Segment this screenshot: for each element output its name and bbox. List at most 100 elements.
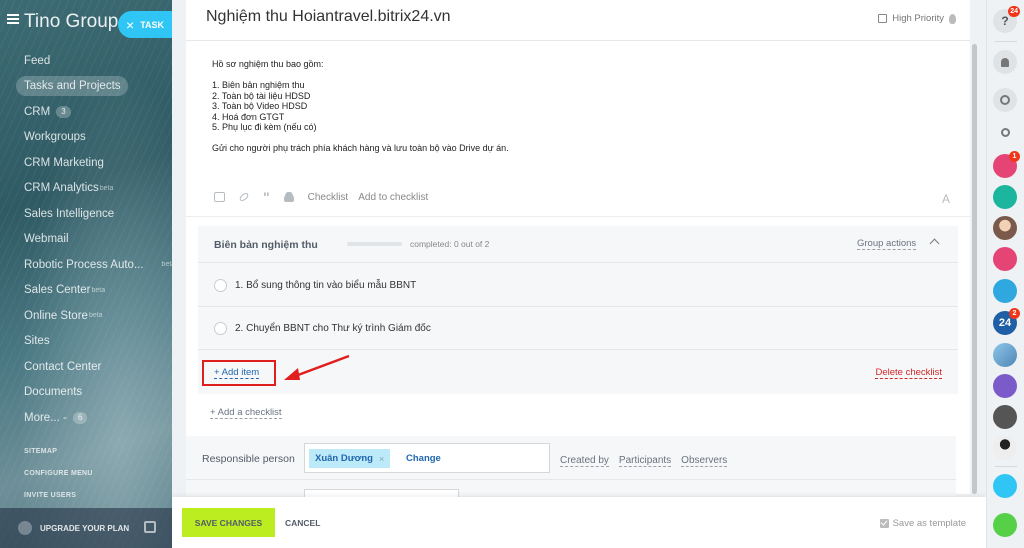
sidebar-item-crm-marketing[interactable]: CRM Marketing (0, 150, 172, 176)
upgrade-label: UPGRADE YOUR PLAN (40, 523, 130, 533)
sidebar-item-online-store[interactable]: Online Store beta (0, 303, 172, 329)
checklist-completed-text: completed: 0 out of 2 (410, 239, 490, 249)
sidebar-item-webmail[interactable]: Webmail (0, 227, 172, 253)
add-checklist-button[interactable]: + Add a checklist (210, 407, 282, 419)
checklist-item[interactable]: 1. Bổ sung thông tin vào biểu mẫu BBNT (198, 264, 958, 307)
bell-icon[interactable] (993, 50, 1017, 74)
bitrix24-icon[interactable]: 24 2 (993, 308, 1020, 335)
avatar[interactable] (993, 185, 1017, 209)
remove-icon[interactable]: × (379, 454, 384, 464)
footer-bar: SAVE CHANGES CANCEL Save as template (172, 497, 986, 548)
add-checklist-label: + Add a checklist (210, 407, 282, 419)
sitemap-link[interactable]: SITEMAP (0, 441, 172, 463)
hamburger-menu-icon[interactable] (7, 14, 19, 24)
checklist-item-checkbox[interactable] (214, 322, 227, 335)
save-as-template-label: Save as template (892, 518, 966, 529)
task-description: Hồ sơ nghiệm thu bao gồm: 1. Biên bản ng… (212, 59, 509, 154)
checklist-toolbar-button[interactable]: Checklist (308, 192, 349, 203)
invite-users-link[interactable]: INVITE USERS (0, 485, 172, 507)
responsible-field[interactable]: Xuân Dương × Change (304, 443, 550, 473)
sidebar-item-label: CRM (24, 105, 51, 118)
avatar[interactable]: 1 (993, 151, 1020, 178)
sidebar-item-label: Contact Center (24, 360, 102, 373)
description-line: 1. Biên bản nghiệm thu (212, 80, 305, 90)
save-as-template-toggle[interactable]: Save as template (879, 518, 966, 529)
open-lines-icon[interactable] (993, 474, 1017, 498)
checklist-item-label[interactable]: 1. Bổ sung thông tin vào biểu mẫu BBNT (235, 280, 416, 291)
avatar[interactable] (993, 405, 1017, 429)
sidebar-item-label: CRM Analytics (24, 182, 99, 195)
delete-checklist-link[interactable]: Delete checklist (875, 367, 942, 379)
save-as-template-checkbox[interactable] (879, 519, 889, 528)
printer-icon[interactable] (144, 521, 156, 533)
high-priority-toggle[interactable]: High Priority (878, 13, 956, 24)
company-name[interactable]: Tino Group (24, 11, 118, 33)
participants-link[interactable]: Participants (618, 455, 672, 467)
created-by-link[interactable]: Created by (560, 455, 609, 467)
count-badge: 3 (56, 105, 71, 118)
observers-link[interactable]: Observers (681, 455, 728, 467)
sidebar-item-crm[interactable]: CRM 3 (0, 99, 172, 125)
avatar[interactable] (993, 247, 1017, 271)
sidebar-item-workgroups[interactable]: Workgroups (0, 125, 172, 151)
sidebar-item-feed[interactable]: Feed (0, 48, 172, 74)
avatar[interactable] (993, 279, 1017, 303)
checklist-header: Biên bản nghiệm thu completed: 0 out of … (198, 226, 958, 263)
sidebar-item-sales-center[interactable]: Sales Center beta (0, 278, 172, 304)
description-line: 5. Phụ lục đi kèm (nếu có) (212, 122, 317, 132)
sidebar-item-more[interactable]: More... - 6 (0, 405, 172, 431)
configure-menu-link[interactable]: CONFIGURE MENU (0, 463, 172, 485)
sidebar-item-contact-center[interactable]: Contact Center (0, 354, 172, 380)
checklist-item[interactable]: 2. Chuyển BBNT cho Thư ký trình Giám đốc (198, 307, 958, 350)
sidebar-item-crm-analytics[interactable]: CRM Analytics beta (0, 176, 172, 202)
sidebar-item-rpa[interactable]: Robotic Process Auto... beta (0, 252, 172, 278)
description-line: 2. Toàn bộ tài liệu HDSD (212, 90, 311, 101)
search-icon[interactable] (993, 120, 1017, 144)
avatar[interactable] (993, 436, 1017, 460)
checklist-title[interactable]: Biên bản nghiệm thu (214, 239, 318, 251)
chat-icon[interactable] (993, 88, 1017, 112)
mention-icon[interactable] (283, 192, 294, 202)
close-icon: × (126, 16, 135, 33)
avatar[interactable] (993, 343, 1017, 367)
avatar[interactable] (993, 216, 1017, 240)
link-icon[interactable] (238, 191, 250, 203)
notification-badge: 1 (1009, 151, 1020, 162)
crown-icon (18, 521, 32, 535)
text-format-icon[interactable]: A (942, 192, 950, 206)
avatar[interactable] (993, 374, 1017, 398)
right-sidebar: ? 24 1 24 2 (986, 0, 1024, 548)
upgrade-plan-button[interactable]: UPGRADE YOUR PLAN (0, 508, 172, 548)
sidebar-item-label: CRM Marketing (24, 156, 104, 169)
sidebar-item-documents[interactable]: Documents (0, 380, 172, 406)
checklist-item-checkbox[interactable] (214, 279, 227, 292)
help-icon[interactable]: ? 24 (993, 6, 1020, 33)
high-priority-checkbox[interactable] (878, 14, 888, 23)
notification-badge: 2 (1009, 308, 1020, 319)
divider (186, 40, 970, 41)
high-priority-label: High Priority (892, 13, 944, 24)
beta-tag: beta (99, 184, 114, 192)
task-panel: Nghiệm thu Hoiantravel.bitrix24.vn High … (172, 0, 986, 548)
add-item-button[interactable]: + Add item (214, 367, 260, 379)
attach-file-icon[interactable] (214, 192, 225, 202)
responsible-person-chip[interactable]: Xuân Dương × (309, 449, 391, 468)
sidebar-item-label: Tasks and Projects (24, 80, 121, 93)
close-task-button[interactable]: × TASK (118, 11, 172, 38)
save-changes-button[interactable]: SAVE CHANGES (182, 508, 275, 537)
sidebar-item-sites[interactable]: Sites (0, 329, 172, 355)
scrollbar[interactable] (972, 44, 977, 494)
add-to-checklist-button[interactable]: Add to checklist (358, 192, 428, 203)
group-actions-link[interactable]: Group actions (857, 238, 917, 250)
quote-icon[interactable]: " (263, 190, 270, 204)
checklist-item-label[interactable]: 2. Chuyển BBNT cho Thư ký trình Giám đốc (235, 323, 431, 334)
left-sidebar: Tino Group × TASK Feed Tasks and Project… (0, 0, 172, 548)
sidebar-item-label: Documents (24, 386, 83, 399)
chevron-up-icon[interactable] (929, 238, 940, 249)
sidebar-item-tasks[interactable]: Tasks and Projects (0, 74, 172, 100)
sidebar-item-sales-intelligence[interactable]: Sales Intelligence (0, 201, 172, 227)
phone-icon[interactable] (993, 513, 1017, 537)
cancel-button[interactable]: CANCEL (285, 518, 320, 528)
beta-tag: beta (91, 286, 106, 294)
change-responsible-button[interactable]: Change (406, 453, 441, 464)
